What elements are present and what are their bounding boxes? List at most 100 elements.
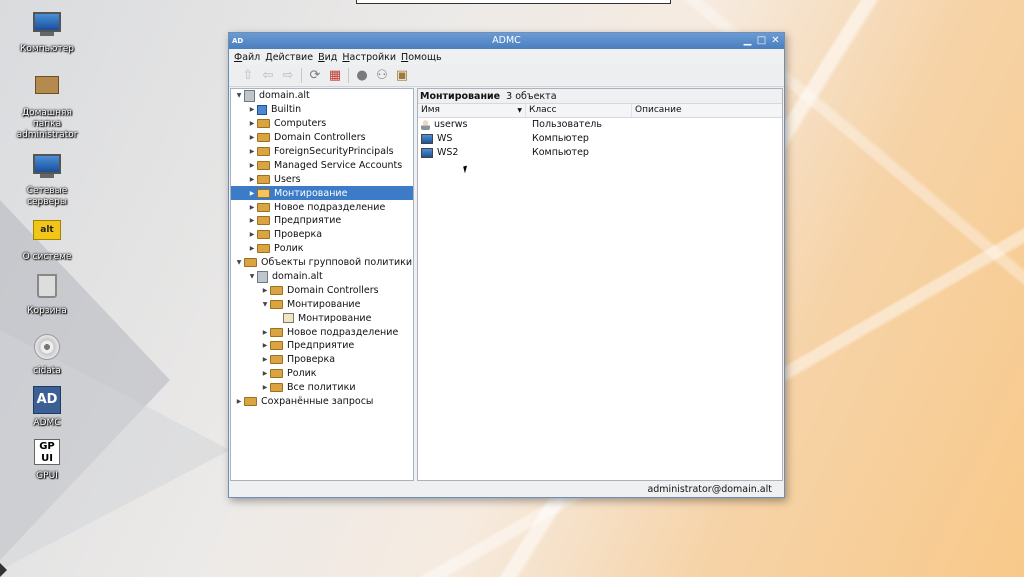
chevron-right-icon[interactable]: ▶: [247, 120, 257, 127]
table-row[interactable]: userws Пользователь: [418, 118, 782, 132]
chevron-down-icon[interactable]: ▼: [247, 273, 257, 280]
tree-item[interactable]: ▶ Ролик: [231, 242, 413, 256]
maximize-icon[interactable]: □: [755, 34, 768, 47]
tree-item-label: Предприятие: [287, 340, 355, 352]
chevron-right-icon[interactable]: ▶: [247, 134, 257, 141]
chevron-right-icon[interactable]: ▶: [247, 245, 257, 252]
tree-item[interactable]: ▶ Ролик: [231, 367, 413, 381]
table-row[interactable]: WS2 Компьютер: [418, 146, 782, 160]
chevron-right-icon[interactable]: ▶: [247, 204, 257, 211]
tree-item[interactable]: ▶ ForeignSecurityPrincipals: [231, 145, 413, 159]
panel-corner-handle[interactable]: [0, 563, 7, 577]
back-icon[interactable]: ⇦: [259, 67, 277, 85]
folder-icon: [270, 327, 283, 337]
tree-item[interactable]: ▶ Все политики: [231, 381, 413, 395]
desktop-icon-admc[interactable]: AD ADMC: [7, 386, 87, 429]
tree-item[interactable]: ▶ Сохранённые запросы: [231, 395, 413, 409]
folder-icon: [257, 230, 270, 240]
column-header-name[interactable]: Имя ▼: [418, 104, 526, 117]
new-user-icon[interactable]: ●: [353, 67, 371, 85]
cell-name: WS: [437, 133, 453, 145]
chevron-right-icon[interactable]: ▶: [260, 287, 270, 294]
tree-item[interactable]: ▶ Users: [231, 172, 413, 186]
column-header-class[interactable]: Класс: [526, 104, 632, 117]
desktop-icon-network[interactable]: Сетевые серверы: [7, 152, 87, 208]
tree-item[interactable]: ▶ Монтирование: [231, 186, 413, 201]
tree-item[interactable]: ▶ Computers: [231, 117, 413, 131]
tree-item[interactable]: ▶ Проверка: [231, 353, 413, 367]
refresh-icon[interactable]: ⟳: [306, 67, 324, 85]
column-headers: Имя ▼ Класс Описание: [418, 103, 782, 118]
close-icon[interactable]: ✕: [769, 34, 782, 47]
tree-item[interactable]: ▶ Новое подразделение: [231, 200, 413, 214]
desktop-icon-trash[interactable]: Корзина: [7, 268, 87, 317]
tree-item[interactable]: ▶ Domain Controllers: [231, 131, 413, 145]
chevron-right-icon[interactable]: ▶: [247, 190, 257, 197]
trash-icon: [32, 274, 62, 304]
tree-item[interactable]: ▶ Domain Controllers: [231, 283, 413, 297]
tree-item-label: Монтирование: [274, 187, 348, 199]
new-ou-icon[interactable]: ▣: [393, 67, 411, 85]
tree-item[interactable]: ▼ Монтирование: [231, 297, 413, 311]
folder-icon: [257, 216, 270, 226]
menu-bar: Файл Действие Вид Настройки Помощь: [229, 49, 784, 65]
column-label: Имя: [421, 105, 440, 115]
desktop-icon-gpui[interactable]: GP UI GPUI: [7, 439, 87, 482]
chevron-right-icon[interactable]: ▶: [260, 356, 270, 363]
user-icon: [421, 119, 430, 130]
chevron-right-icon[interactable]: ▶: [234, 398, 244, 405]
tree-item[interactable]: ▶ Предприятие: [231, 214, 413, 228]
tree-item[interactable]: Монтирование: [231, 311, 413, 325]
minimize-icon[interactable]: ▁: [741, 34, 754, 47]
table-row[interactable]: WS Компьютер: [418, 132, 782, 146]
tree-item[interactable]: ▼ domain.alt: [231, 270, 413, 284]
menu-view[interactable]: Вид: [318, 52, 337, 63]
chevron-right-icon[interactable]: ▶: [247, 162, 257, 169]
tree-item-label: ForeignSecurityPrincipals: [274, 146, 394, 157]
menu-settings[interactable]: Настройки: [342, 52, 396, 63]
window-titlebar[interactable]: AD ADMC ▁ □ ✕: [229, 33, 784, 49]
chevron-right-icon[interactable]: ▶: [247, 217, 257, 224]
computer-icon: [421, 147, 433, 158]
gpui-icon: GP UI: [32, 439, 62, 469]
basealt-about-icon: alt: [32, 220, 62, 250]
folder-icon: [257, 244, 270, 254]
chevron-right-icon[interactable]: ▶: [260, 329, 270, 336]
tree-item-label: domain.alt: [259, 90, 310, 102]
tree-item[interactable]: ▼ domain.alt: [231, 89, 413, 103]
tree-item-label: Предприятие: [274, 215, 342, 227]
tree-item[interactable]: ▼ Объекты групповой политики: [231, 256, 413, 270]
chevron-down-icon[interactable]: ▼: [234, 92, 244, 99]
menu-file[interactable]: Файл: [234, 52, 260, 63]
menu-action[interactable]: Действие: [265, 52, 313, 63]
chevron-down-icon[interactable]: ▼: [260, 301, 270, 308]
tree-item[interactable]: ▶ Builtin: [231, 103, 413, 117]
folder-icon: [270, 355, 283, 365]
new-group-icon[interactable]: ⚇: [373, 67, 391, 85]
desktop-icon-home[interactable]: Домашняя папка administrator: [7, 66, 87, 141]
column-header-description[interactable]: Описание: [632, 104, 782, 117]
cell-class: Компьютер: [532, 147, 589, 159]
menu-help[interactable]: Помощь: [401, 52, 442, 63]
desktop-icon-label: Корзина: [27, 306, 67, 316]
chevron-right-icon[interactable]: ▶: [247, 176, 257, 183]
folder-icon: [270, 285, 283, 295]
up-icon[interactable]: ⇧: [239, 67, 257, 85]
chevron-right-icon[interactable]: ▶: [247, 231, 257, 238]
chevron-right-icon[interactable]: ▶: [260, 342, 270, 349]
chevron-right-icon[interactable]: ▶: [247, 148, 257, 155]
manual-icon[interactable]: ▦: [326, 67, 344, 85]
tree-item[interactable]: ▶ Проверка: [231, 228, 413, 242]
computer-icon: [421, 133, 433, 144]
desktop-icon-cidata[interactable]: cidata: [7, 332, 87, 377]
desktop-icon-computer[interactable]: Компьютер: [7, 10, 87, 55]
chevron-down-icon[interactable]: ▼: [234, 259, 244, 266]
desktop-icon-about[interactable]: alt О системе: [7, 214, 87, 263]
forward-icon[interactable]: ⇨: [279, 67, 297, 85]
chevron-right-icon[interactable]: ▶: [247, 106, 257, 113]
tree-item[interactable]: ▶ Предприятие: [231, 339, 413, 353]
tree-item[interactable]: ▶ Новое подразделение: [231, 325, 413, 339]
chevron-right-icon[interactable]: ▶: [260, 384, 270, 391]
chevron-right-icon[interactable]: ▶: [260, 370, 270, 377]
tree-item[interactable]: ▶ Managed Service Accounts: [231, 158, 413, 172]
